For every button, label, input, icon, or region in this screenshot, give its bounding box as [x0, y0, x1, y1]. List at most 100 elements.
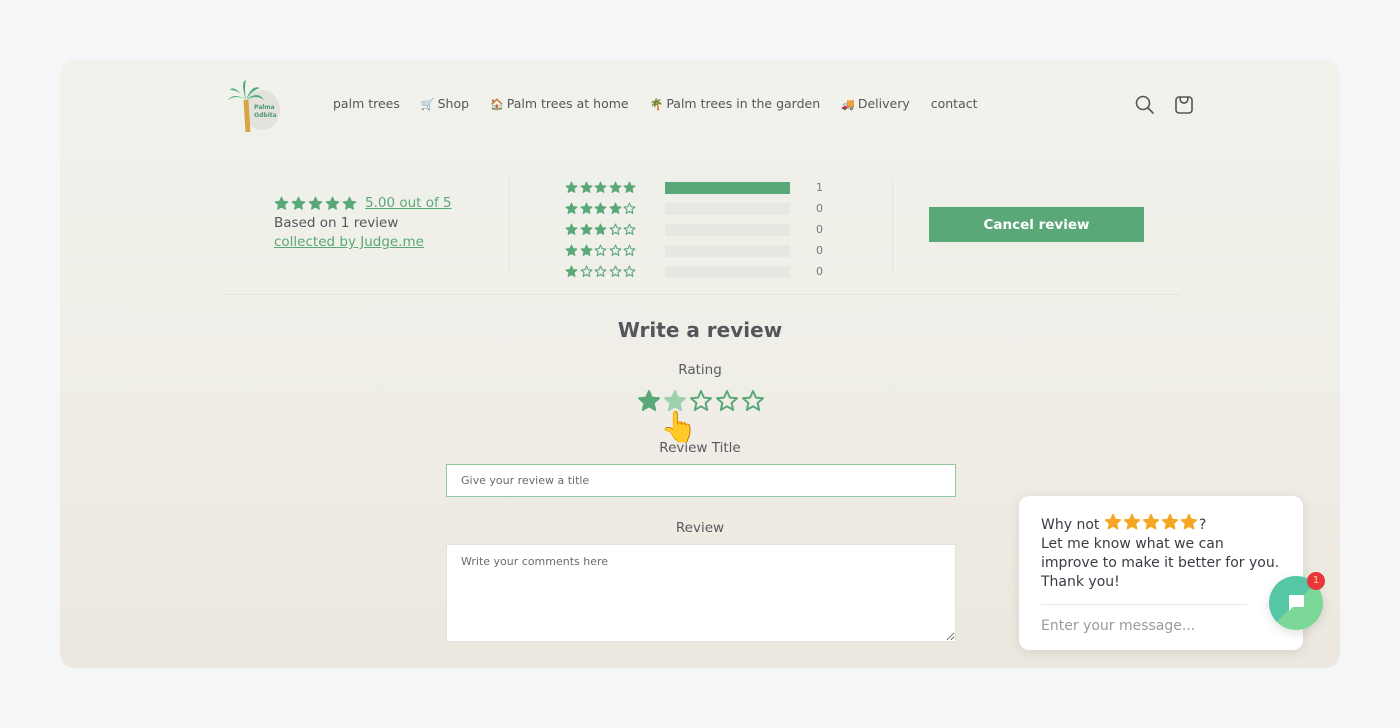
nav-item-delivery[interactable]: 🚚 Delivery	[841, 96, 910, 111]
star-icon	[1161, 513, 1179, 530]
rating-star-4-icon[interactable]	[715, 389, 739, 413]
nav-item-palm-trees[interactable]: palm trees	[333, 96, 400, 111]
star-filled-icon	[325, 196, 340, 210]
palm-emoji-icon: 🌴	[649, 98, 664, 111]
nav-item-shop[interactable]: 🛒 Shop	[421, 96, 469, 111]
nav-label: Palm trees at home	[506, 96, 629, 111]
cart-emoji-icon: 🛒	[420, 98, 435, 111]
chat-message-input[interactable]	[1041, 614, 1241, 638]
review-count: Based on 1 review	[274, 215, 399, 231]
star-filled-icon	[594, 223, 607, 235]
rating-histogram: 1 0 0 0 0	[565, 177, 836, 282]
histogram-stars	[565, 223, 665, 236]
nav-label: contact	[930, 96, 978, 111]
nav-label: Delivery	[857, 96, 910, 111]
rating-star-5-icon[interactable]	[741, 389, 765, 413]
star-empty-icon	[609, 223, 621, 235]
rating-star-1-icon[interactable]	[637, 389, 661, 413]
chat-message: Why not ? Let me know what we can improv…	[1041, 513, 1281, 592]
star-filled-icon	[565, 265, 578, 277]
nav-item-contact[interactable]: contact	[931, 96, 978, 111]
star-filled-icon	[580, 202, 592, 214]
write-review-heading: Write a review	[617, 318, 783, 342]
nav-label: Palm trees in the garden	[666, 96, 821, 111]
review-body-textarea[interactable]	[446, 544, 956, 642]
star-empty-icon	[623, 244, 636, 256]
star-filled-icon	[291, 196, 306, 210]
rating-label: Rating	[678, 362, 722, 378]
star-filled-icon	[580, 181, 592, 193]
histogram-stars	[565, 202, 665, 215]
average-stars: 5.00 out of 5	[274, 195, 452, 211]
star-filled-icon	[594, 181, 607, 193]
star-empty-icon	[594, 244, 607, 256]
chat-stars	[1104, 513, 1199, 531]
star-filled-icon	[308, 196, 323, 210]
histogram-bar-fill	[665, 181, 790, 194]
histogram-count: 0	[816, 202, 823, 215]
star-filled-icon	[580, 244, 592, 256]
nav-label: Shop	[437, 96, 470, 111]
histogram-count: 0	[816, 265, 823, 278]
histogram-count: 0	[816, 223, 823, 236]
star-filled-icon	[623, 181, 636, 193]
rating-input[interactable]	[637, 389, 767, 413]
chat-body: Let me know what we can improve to make …	[1041, 536, 1280, 590]
histogram-row[interactable]: 0	[565, 198, 836, 219]
histogram-stars	[565, 181, 665, 194]
histogram-bar	[665, 265, 790, 278]
star-empty-icon	[623, 202, 636, 214]
section-divider	[225, 294, 1180, 295]
average-rating-link[interactable]: 5.00 out of 5	[365, 195, 452, 211]
histogram-row[interactable]: 0	[565, 261, 836, 282]
logo[interactable]: Palma Odbita	[224, 78, 284, 134]
histogram-bar	[665, 181, 790, 194]
chat-popup: Why not ? Let me know what we can improv…	[1019, 496, 1303, 650]
chat-prefix: Why not	[1041, 517, 1100, 533]
star-filled-icon	[565, 202, 578, 214]
star-icon	[1123, 513, 1141, 530]
star-filled-icon	[580, 223, 592, 235]
histogram-stars	[565, 265, 665, 278]
main-nav: palm trees 🛒 Shop 🏠 Palm trees at home 🌴 Pa…	[333, 96, 999, 111]
histogram-row[interactable]: 0	[565, 219, 836, 240]
svg-text:Odbita: Odbita	[254, 112, 277, 119]
nav-label: palm trees	[333, 96, 400, 111]
star-filled-icon	[274, 196, 289, 210]
review-title-input[interactable]	[446, 464, 956, 497]
cart-icon[interactable]	[1173, 94, 1195, 116]
star-filled-icon	[565, 223, 578, 235]
rating-summary: 5.00 out of 5 Based on 1 review collecte…	[274, 195, 452, 250]
chat-divider	[1041, 604, 1247, 605]
histogram-row[interactable]: 1	[565, 177, 836, 198]
truck-emoji-icon: 🚚	[841, 98, 855, 111]
star-filled-icon	[609, 181, 621, 193]
search-icon[interactable]	[1134, 94, 1156, 116]
star-filled-icon	[609, 202, 621, 214]
chat-suffix: ?	[1198, 517, 1207, 533]
star-filled-icon	[565, 244, 578, 256]
histogram-bar	[665, 223, 790, 236]
nav-item-palm-trees-in-garden[interactable]: 🌴 Palm trees in the garden	[650, 96, 821, 111]
judgeme-link[interactable]: collected by Judge.me	[274, 234, 424, 250]
star-filled-icon	[565, 181, 578, 193]
histogram-stars	[565, 244, 665, 257]
star-empty-icon	[594, 265, 607, 277]
divider	[892, 177, 893, 272]
cancel-review-button[interactable]: Cancel review	[929, 207, 1144, 242]
histogram-row[interactable]: 0	[565, 240, 836, 261]
star-icon	[1180, 513, 1198, 530]
nav-item-palm-trees-at-home[interactable]: 🏠 Palm trees at home	[490, 96, 629, 111]
svg-text:Palma: Palma	[254, 104, 275, 111]
house-emoji-icon: 🏠	[490, 98, 504, 111]
palm-tree-logo-icon: Palma Odbita	[228, 80, 280, 133]
star-empty-icon	[623, 265, 636, 277]
chat-bubble-icon	[1289, 595, 1304, 611]
star-empty-icon	[580, 265, 592, 277]
divider	[509, 177, 510, 272]
notification-badge: 1	[1307, 572, 1325, 590]
histogram-bar	[665, 202, 790, 215]
star-empty-icon	[609, 265, 621, 277]
histogram-bar	[665, 244, 790, 257]
histogram-count: 1	[816, 181, 823, 194]
